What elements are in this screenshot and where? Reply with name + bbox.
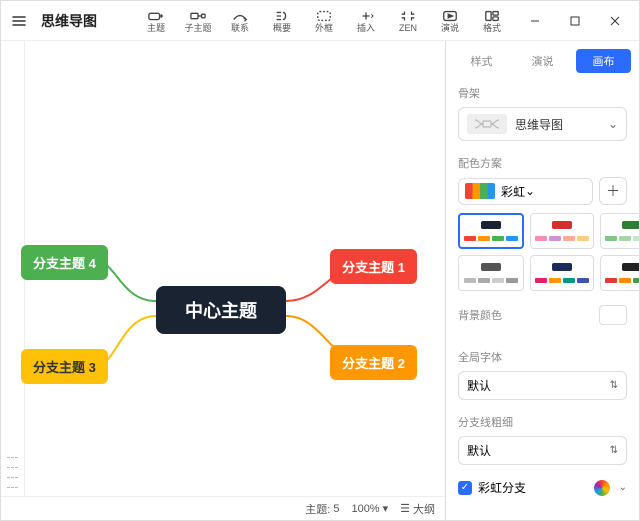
main-toolbar: 主题 子主题 联系 概要 外框 插入 ZEN 演说 格式 — [137, 3, 511, 39]
rainbow-color-icon[interactable] — [594, 480, 610, 496]
scheme-add-button[interactable]: ＋ — [599, 177, 627, 205]
font-select[interactable]: 默认⇅ — [458, 371, 627, 400]
side-panel: 样式 演说 画布 骨架 思维导图 ⌄ 配色方案 彩虹 ⌄ ＋ — [445, 41, 639, 520]
palette-grid — [458, 213, 627, 291]
palette-item[interactable] — [458, 255, 524, 291]
status-bar: 主题:5 100%▾ ☰大纲 — [1, 496, 445, 520]
rainbow-checkbox[interactable]: ✓ — [458, 481, 472, 495]
mindmap-canvas[interactable]: 中心主题 分支主题 1 分支主题 2 分支主题 3 分支主题 4 主题:5 10… — [1, 41, 445, 520]
boundary-button[interactable]: 外框 — [305, 3, 343, 39]
relation-button[interactable]: 联系 — [221, 3, 259, 39]
tab-canvas[interactable]: 画布 — [576, 49, 631, 73]
format-button[interactable]: 格式 — [473, 3, 511, 39]
app-title: 思维导图 — [41, 11, 97, 31]
zen-button[interactable]: ZEN — [389, 3, 427, 39]
topic-count[interactable]: 主题:5 — [305, 501, 339, 517]
tab-style[interactable]: 样式 — [454, 49, 509, 73]
present-button[interactable]: 演说 — [431, 3, 469, 39]
updown-icon: ⇅ — [610, 445, 618, 456]
palette-item[interactable] — [530, 213, 594, 249]
title-bar: 思维导图 主题 子主题 联系 概要 外框 插入 ZEN 演说 格式 — [1, 1, 639, 41]
outline-toggle[interactable]: ☰大纲 — [400, 501, 435, 517]
palette-item[interactable] — [458, 213, 524, 249]
chevron-down-icon: ⌄ — [619, 482, 627, 493]
chevron-down-icon: ⌄ — [608, 117, 618, 131]
branch-topic-3[interactable]: 分支主题 3 — [21, 349, 108, 384]
tab-present[interactable]: 演说 — [515, 49, 570, 73]
window-controls — [515, 6, 635, 36]
palette-item[interactable] — [600, 213, 639, 249]
rainbow-label: 彩虹分支 — [478, 479, 526, 496]
central-topic[interactable]: 中心主题 — [156, 286, 286, 334]
font-label: 全局字体 — [458, 349, 627, 365]
bg-color-swatch[interactable] — [599, 305, 627, 325]
branch-width-label: 分支线粗细 — [458, 414, 627, 430]
palette-item[interactable] — [530, 255, 594, 291]
chevron-down-icon: ⌄ — [525, 184, 535, 198]
skeleton-thumb-icon — [467, 114, 507, 134]
scheme-thumb-icon — [465, 183, 495, 199]
zoom-level[interactable]: 100%▾ — [351, 502, 388, 515]
insert-button[interactable]: 插入 — [347, 3, 385, 39]
bg-label: 背景颜色 — [458, 307, 502, 323]
maximize-button[interactable] — [555, 6, 595, 36]
palette-item[interactable] — [600, 255, 639, 291]
subtopic-button[interactable]: 子主题 — [179, 3, 217, 39]
skeleton-label: 骨架 — [458, 85, 627, 101]
scheme-label: 配色方案 — [458, 155, 627, 171]
summary-button[interactable]: 概要 — [263, 3, 301, 39]
skeleton-select[interactable]: 思维导图 ⌄ — [458, 107, 627, 141]
branch-topic-1[interactable]: 分支主题 1 — [330, 249, 417, 284]
updown-icon: ⇅ — [610, 380, 618, 391]
side-tabs: 样式 演说 画布 — [454, 49, 631, 73]
scheme-select[interactable]: 彩虹 ⌄ — [458, 178, 593, 205]
close-button[interactable] — [595, 6, 635, 36]
topic-button[interactable]: 主题 — [137, 3, 175, 39]
branch-width-select[interactable]: 默认⇅ — [458, 436, 627, 465]
branch-topic-2[interactable]: 分支主题 2 — [330, 345, 417, 380]
branch-topic-4[interactable]: 分支主题 4 — [21, 245, 108, 280]
menu-icon[interactable] — [5, 7, 33, 35]
minimize-button[interactable] — [515, 6, 555, 36]
